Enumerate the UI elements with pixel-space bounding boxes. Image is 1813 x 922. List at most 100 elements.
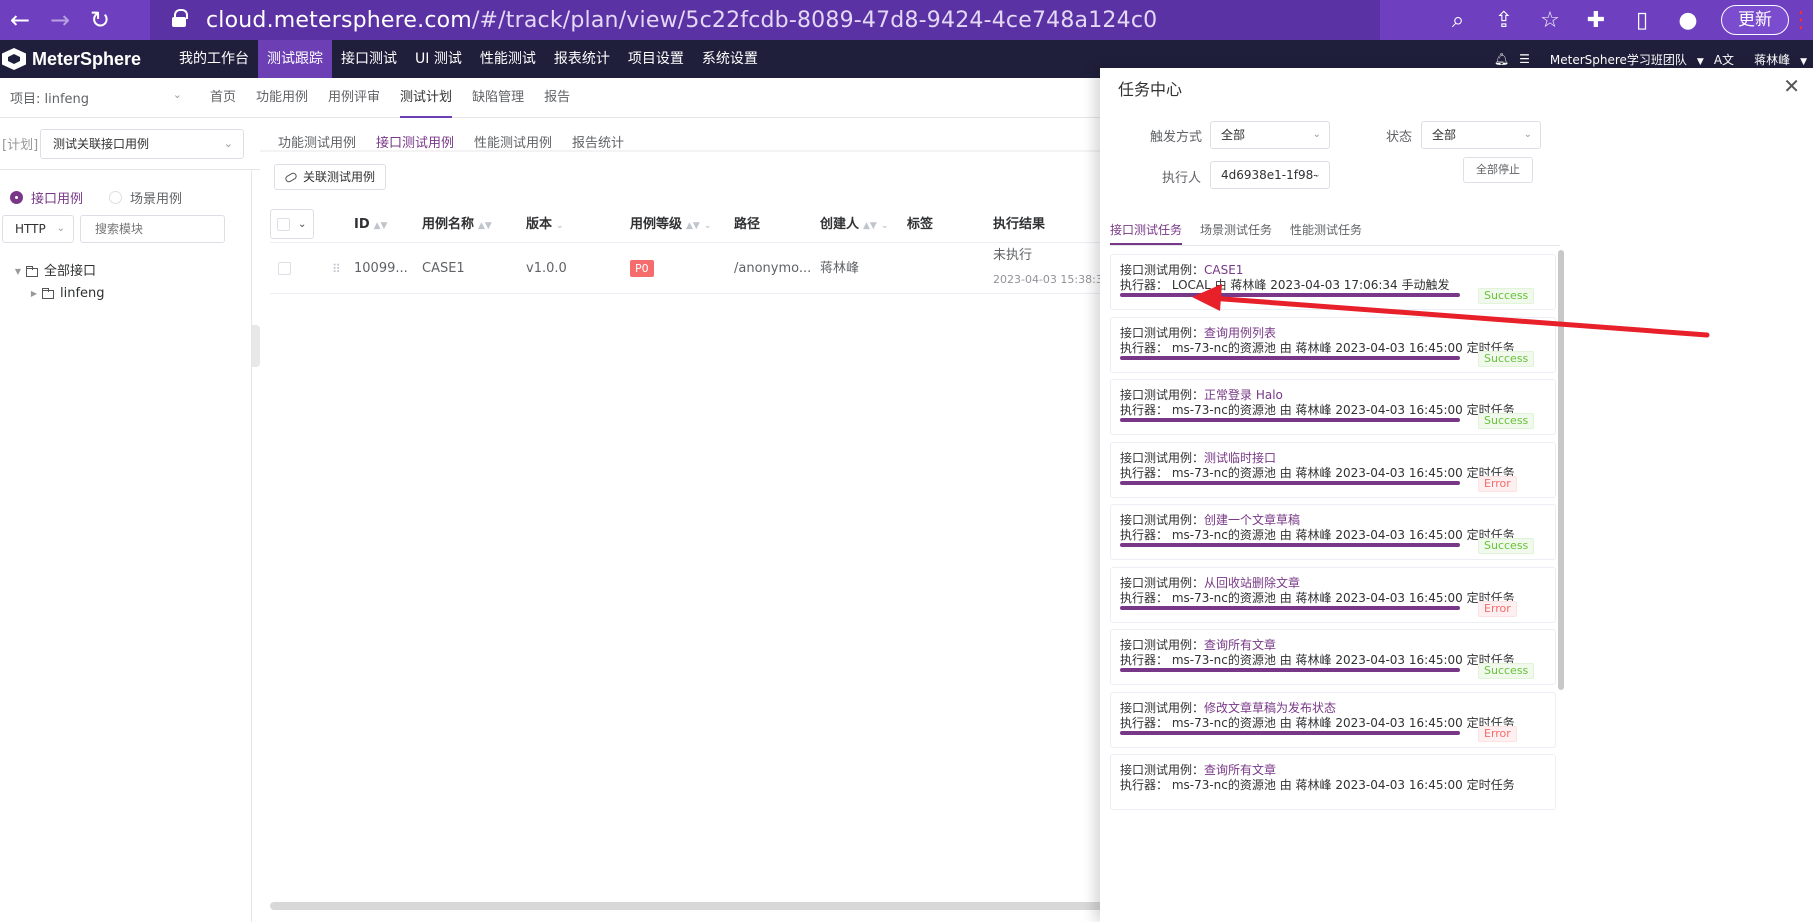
caret-right-icon[interactable]: ▶ — [26, 283, 42, 305]
more-menu-icon[interactable]: ⋮ — [1789, 8, 1813, 33]
task-item[interactable]: 接口测试用例：查询所有文章 执行器： ms-73-nc的资源池 由 蒋林峰 20… — [1110, 629, 1556, 685]
sort-icon: ▲▼ — [478, 221, 492, 231]
task-item[interactable]: 接口测试用例：正常登录 Halo 执行器： ms-73-nc的资源池 由 蒋林峰… — [1110, 379, 1556, 435]
tab-performance-tasks[interactable]: 性能测试任务 — [1290, 216, 1362, 245]
col-level[interactable]: 用例等级 ▲▼ ⌄ — [630, 207, 711, 244]
menu-system-settings[interactable]: 系统设置 — [693, 40, 767, 78]
task-item[interactable]: 接口测试用例：创建一个文章草稿 执行器： ms-73-nc的资源池 由 蒋林峰 … — [1110, 504, 1556, 560]
task-link[interactable]: 创建一个文章草稿 — [1204, 513, 1300, 527]
bookmark-star-icon[interactable]: ☆ — [1527, 8, 1573, 33]
close-icon[interactable]: ✕ — [1783, 74, 1800, 98]
menu-test-track[interactable]: 测试跟踪 — [258, 40, 332, 78]
sidebar-collapse-handle[interactable] — [252, 325, 260, 367]
select-all-dropdown[interactable]: ⌄ — [270, 209, 314, 239]
task-item[interactable]: 接口测试用例：修改文章草稿为发布状态 执行器： ms-73-nc的资源池 由 蒋… — [1110, 692, 1556, 748]
task-link[interactable]: 正常登录 Halo — [1204, 388, 1283, 402]
drag-handle-icon[interactable]: ⠿ — [332, 243, 341, 295]
menu-performance-test[interactable]: 性能测试 — [471, 40, 545, 78]
task-link[interactable]: 从回收站删除文章 — [1204, 576, 1300, 590]
status-label: 状态 — [1386, 130, 1413, 145]
tree-node-all[interactable]: ▼ 全部接口 — [0, 261, 251, 283]
zoom-icon[interactable]: ⌕ — [1435, 8, 1481, 33]
task-list-icon[interactable]: ☰ — [1519, 52, 1530, 66]
address-bar[interactable]: cloud.metersphere.com/#/track/plan/view/… — [150, 0, 1380, 40]
col-id[interactable]: ID ▲▼ — [354, 207, 387, 244]
forward-arrow-icon[interactable]: → — [40, 8, 80, 32]
row-checkbox[interactable] — [278, 262, 291, 275]
cell-level: P0 — [630, 243, 654, 295]
radio-api-case-label[interactable]: 接口用例 — [31, 188, 83, 207]
table-row[interactable]: ⠿ 10099... CASE1 v1.0.0 P0 /anonymo... 蒋… — [270, 242, 1110, 294]
plan-select[interactable]: 测试关联接口用例 ⌄ — [40, 128, 244, 159]
col-name[interactable]: 用例名称 ▲▼ — [422, 207, 492, 244]
status-badge: Success — [1478, 663, 1535, 679]
row-checkbox-cell[interactable] — [278, 243, 291, 295]
col-creator[interactable]: 创建人 ▲▼ ⌄ — [820, 207, 888, 244]
status-badge: Success — [1478, 288, 1535, 304]
subnav-defects[interactable]: 缺陷管理 — [472, 78, 524, 118]
radio-scenario-case-label[interactable]: 场景用例 — [130, 188, 182, 207]
task-item[interactable]: 接口测试用例：CASE1 执行器： LOCAL 由 蒋林峰 2023-04-03… — [1110, 254, 1556, 310]
language-icon[interactable]: A文 — [1714, 51, 1734, 68]
task-item[interactable]: 接口测试用例：查询所有文章 执行器： ms-73-nc的资源池 由 蒋林峰 20… — [1110, 754, 1556, 810]
task-link[interactable]: CASE1 — [1204, 263, 1243, 277]
subnav-case-review[interactable]: 用例评审 — [328, 78, 380, 118]
chevron-down-icon: ⌄ — [298, 218, 307, 230]
radio-api-case[interactable] — [10, 191, 23, 204]
sort-icon: ▲▼ — [863, 221, 877, 231]
project-selector[interactable]: 项目: linfeng ⌄ — [0, 88, 190, 107]
task-list-scrollbar[interactable] — [1558, 250, 1564, 690]
subnav-report[interactable]: 报告 — [544, 78, 570, 118]
logo-icon — [2, 48, 26, 70]
associate-cases-button[interactable]: 关联测试用例 — [274, 164, 387, 190]
extensions-icon[interactable]: ✚ — [1573, 8, 1619, 33]
task-item[interactable]: 接口测试用例：测试临时接口 执行器： ms-73-nc的资源池 由 蒋林峰 20… — [1110, 442, 1556, 498]
menu-report-stats[interactable]: 报表统计 — [545, 40, 619, 78]
team-selector[interactable]: MeterSphere学习班团队 ▼ — [1540, 51, 1704, 68]
col-result: 执行结果 — [993, 217, 1046, 232]
sort-icon: ▲▼ — [686, 221, 700, 231]
update-button[interactable]: 更新 — [1721, 5, 1789, 35]
status-select[interactable]: 全部 ⌄ — [1421, 121, 1541, 149]
task-item[interactable]: 接口测试用例：从回收站删除文章 执行器： ms-73-nc的资源池 由 蒋林峰 … — [1110, 567, 1556, 623]
back-arrow-icon[interactable]: ← — [0, 8, 40, 32]
menu-workbench[interactable]: 我的工作台 — [170, 40, 258, 78]
progress-bar — [1120, 731, 1460, 735]
bell-icon[interactable]: 🔔︎ — [1494, 52, 1509, 66]
main-menu: 我的工作台 测试跟踪 接口测试 UI 测试 性能测试 报表统计 项目设置 系统设… — [170, 40, 767, 78]
logo[interactable]: MeterSphere — [0, 48, 170, 70]
menu-api-test[interactable]: 接口测试 — [332, 40, 406, 78]
col-version[interactable]: 版本 ⌄ — [526, 207, 564, 244]
tree-node-linfeng[interactable]: ▶ linfeng — [0, 283, 251, 305]
task-link[interactable]: 修改文章草稿为发布状态 — [1204, 701, 1336, 715]
subnav-home[interactable]: 首页 — [210, 78, 236, 118]
progress-bar — [1120, 543, 1460, 547]
share-icon[interactable]: ⇪ — [1481, 8, 1527, 33]
menu-project-settings[interactable]: 项目设置 — [619, 40, 693, 78]
task-link[interactable]: 查询所有文章 — [1204, 638, 1276, 652]
cell-name: CASE1 — [422, 261, 465, 276]
user-menu[interactable]: 蒋林峰 ▼ — [1744, 51, 1807, 68]
sidepanel-icon[interactable]: ▯ — [1619, 8, 1665, 33]
radio-scenario-case[interactable] — [109, 191, 123, 204]
reload-icon[interactable]: ↻ — [80, 8, 120, 32]
module-search-input[interactable] — [80, 215, 225, 243]
executor-select[interactable]: 4d6938e1-1f98- ⌄ — [1210, 161, 1330, 189]
task-link[interactable]: 查询所有文章 — [1204, 763, 1276, 777]
task-item[interactable]: 接口测试用例：查询用例列表 执行器： ms-73-nc的资源池 由 蒋林峰 20… — [1110, 317, 1556, 373]
menu-ui-test[interactable]: UI 测试 — [406, 40, 471, 78]
stop-all-button[interactable]: 全部停止 — [1463, 157, 1533, 183]
caret-down-icon[interactable]: ▼ — [10, 261, 26, 283]
task-link[interactable]: 查询用例列表 — [1204, 326, 1276, 340]
module-tree: ▼ 全部接口 ▶ linfeng — [0, 261, 251, 305]
select-all-checkbox[interactable] — [277, 217, 290, 231]
subnav-test-plan[interactable]: 测试计划 — [400, 78, 453, 118]
horizontal-scrollbar[interactable] — [270, 902, 1110, 910]
task-link[interactable]: 测试临时接口 — [1204, 451, 1276, 465]
trigger-select[interactable]: 全部 ⌄ — [1210, 121, 1330, 149]
tab-api-tasks[interactable]: 接口测试任务 — [1110, 216, 1183, 245]
profile-icon[interactable]: ● — [1665, 8, 1711, 33]
protocol-select[interactable]: HTTP ⌄ — [2, 215, 74, 243]
subnav-functional-cases[interactable]: 功能用例 — [256, 78, 308, 118]
tab-scenario-tasks[interactable]: 场景测试任务 — [1200, 216, 1272, 245]
